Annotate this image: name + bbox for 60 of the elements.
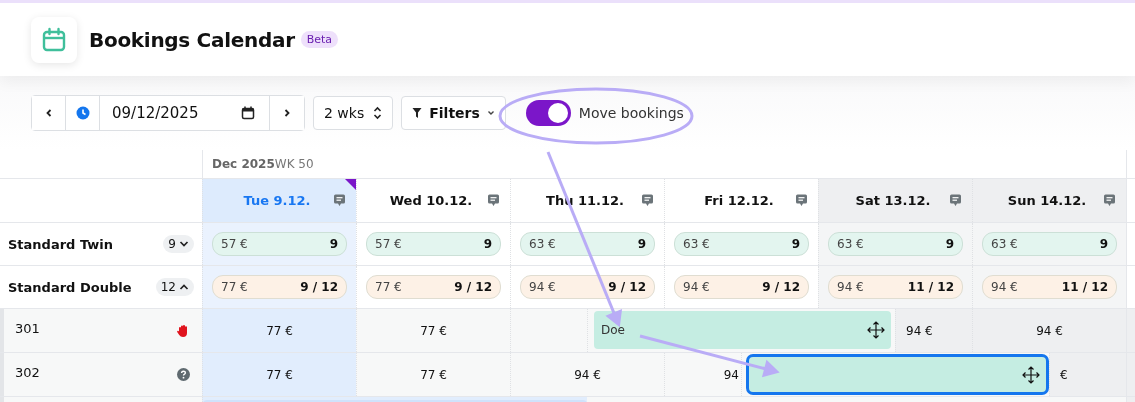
day-label[interactable]: Sat 13.12. xyxy=(819,193,949,208)
chevron-icon xyxy=(179,240,189,248)
sort-icon xyxy=(373,106,383,120)
room-number: 301 xyxy=(15,321,40,336)
comment-icon[interactable] xyxy=(949,194,962,207)
availability-pill[interactable]: 63 € 9 xyxy=(982,232,1117,256)
calendar-icon xyxy=(41,26,67,53)
price-cell: 94 € xyxy=(972,309,1126,352)
comment-icon[interactable] xyxy=(487,194,500,207)
room-number: 302 xyxy=(15,365,40,380)
comment-icon[interactable] xyxy=(795,194,808,207)
room-count-toggle[interactable]: 9 xyxy=(163,235,194,253)
range-select[interactable]: 2 wks xyxy=(313,96,394,130)
chevron-right-icon xyxy=(282,108,292,118)
availability-pill[interactable]: 77 € 9 / 12 xyxy=(366,275,501,299)
availability-pill[interactable]: 94 € 11 / 12 xyxy=(982,275,1117,299)
date-field[interactable]: 09/12/2025 xyxy=(112,104,222,122)
day-label[interactable]: Wed 10.12. xyxy=(357,193,487,208)
clock-icon xyxy=(75,106,90,120)
availability-pill[interactable]: 57 € 9 xyxy=(366,232,501,256)
move-icon[interactable] xyxy=(867,321,885,339)
availability-pill[interactable]: 63 € 9 xyxy=(520,232,655,256)
room-type-name: Standard Double xyxy=(8,279,133,295)
hand-icon xyxy=(176,323,190,338)
room-count-toggle[interactable]: 12 xyxy=(155,278,194,296)
question-icon xyxy=(177,368,190,381)
availability-pill[interactable]: 94 € 9 / 12 xyxy=(674,275,809,299)
booking-bar[interactable]: Doe xyxy=(594,311,891,349)
calendar-icon[interactable] xyxy=(241,106,255,120)
day-label[interactable]: Tue 9.12. xyxy=(203,193,333,208)
price-cell: 77 € xyxy=(356,309,510,352)
move-bookings-label: Move bookings xyxy=(578,105,684,121)
price-cell: 94 € xyxy=(895,309,972,352)
price-cell: 77 € xyxy=(202,353,356,396)
availability-pill[interactable]: 94 € 9 / 12 xyxy=(520,275,655,299)
availability-pill[interactable]: 57 € 9 xyxy=(212,232,347,256)
week-header: Dec 2025WK 50 xyxy=(202,150,1126,178)
room-type-name: Standard Twin xyxy=(8,236,115,252)
price-cell: 77 € xyxy=(356,353,510,396)
comment-icon[interactable] xyxy=(641,194,654,207)
move-icon[interactable] xyxy=(1022,365,1040,384)
beta-badge: Beta xyxy=(300,31,339,48)
availability-pill[interactable]: 77 € 9 / 12 xyxy=(212,275,347,299)
availability-pill[interactable]: 63 € 9 xyxy=(674,232,809,256)
price-cell: € xyxy=(1049,353,1126,396)
chevron-icon xyxy=(179,283,189,291)
caret-icon xyxy=(486,110,495,116)
day-label[interactable]: Sun 14.12. xyxy=(973,193,1103,208)
comment-icon[interactable] xyxy=(333,194,346,207)
filters-button[interactable]: Filters xyxy=(401,96,506,130)
filter-icon xyxy=(412,107,423,119)
page-title: Bookings Calendar xyxy=(89,27,295,52)
price-cell: 77 € xyxy=(202,309,356,352)
price-cell: 94 xyxy=(664,353,741,396)
price-cell: 94 € xyxy=(510,353,664,396)
availability-pill[interactable]: 94 € 11 / 12 xyxy=(828,275,963,299)
comment-icon[interactable] xyxy=(1103,194,1116,207)
toggle-switch[interactable] xyxy=(525,100,571,126)
day-label[interactable]: Fri 12.12. xyxy=(665,193,795,208)
availability-pill[interactable]: 63 € 9 xyxy=(828,232,963,256)
